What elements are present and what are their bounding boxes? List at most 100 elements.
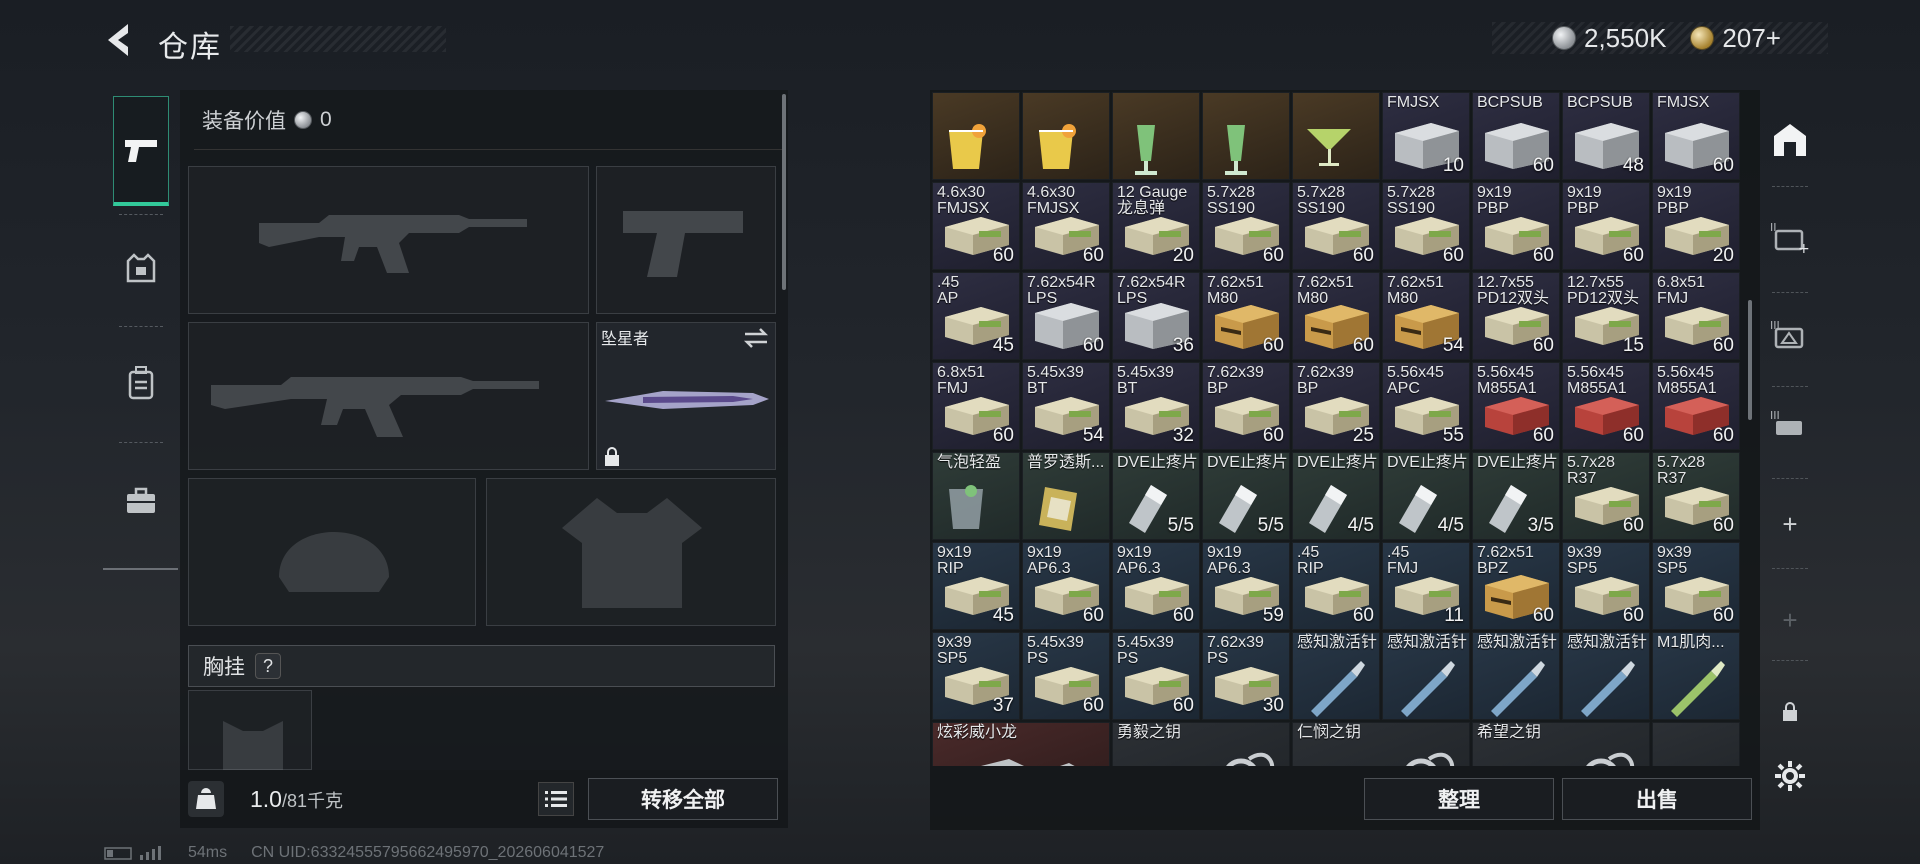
storage-page-4-icon[interactable]: III xyxy=(1764,394,1816,454)
inventory-item[interactable]: 5.45x39 BT 32 xyxy=(1112,362,1200,450)
equipment-scrollbar[interactable] xyxy=(782,94,786,290)
inventory-item[interactable]: 5.45x39 PS 60 xyxy=(1022,632,1110,720)
inventory-item[interactable]: .45 FMJ 11 xyxy=(1382,542,1470,630)
inventory-item[interactable]: BCPSUB 60 xyxy=(1472,92,1560,180)
move-all-button[interactable]: 转移全部 xyxy=(588,778,778,820)
inventory-slot[interactable] xyxy=(1202,92,1290,180)
inventory-item[interactable]: DVE止疼片 4/5 xyxy=(1292,452,1380,540)
inventory-item[interactable]: 5.45x39 BT 54 xyxy=(1022,362,1110,450)
inventory-item[interactable]: 5.56x45 M855A1 60 xyxy=(1652,362,1740,450)
storage-home-icon[interactable] xyxy=(1764,110,1816,170)
inventory-item[interactable]: DVE止疼片 3/5 xyxy=(1472,452,1560,540)
inventory-item[interactable]: 7.62x51 BPZ 60 xyxy=(1472,542,1560,630)
tab-case[interactable] xyxy=(113,446,169,556)
inventory-item[interactable]: 普罗透斯... xyxy=(1022,452,1110,540)
inventory-item[interactable]: 5.56x45 M855A1 60 xyxy=(1472,362,1560,450)
inventory-item[interactable]: 7.62x51 M80 60 xyxy=(1202,272,1290,360)
inventory-item[interactable]: 9x19 RIP 45 xyxy=(932,542,1020,630)
inventory-item[interactable]: DVE止疼片 4/5 xyxy=(1382,452,1470,540)
inventory-item[interactable]: 感知激活针 xyxy=(1382,632,1470,720)
settings-gear-icon[interactable] xyxy=(1764,746,1816,806)
item-name: 7.62x54R LPS xyxy=(1027,274,1096,307)
inventory-item[interactable]: 9x19 AP6.3 60 xyxy=(1022,542,1110,630)
inventory-item[interactable]: 仁悯之钥 xyxy=(1292,722,1470,766)
inventory-item[interactable]: 5.45x39 PS 60 xyxy=(1112,632,1200,720)
item-name: 5.56x45 M855A1 xyxy=(1567,364,1627,397)
melee-slot[interactable]: 坠星者 xyxy=(596,322,776,470)
inventory-item[interactable]: 5.7x28 SS190 60 xyxy=(1292,182,1380,270)
inventory-item[interactable]: 5.56x45 M855A1 60 xyxy=(1562,362,1650,450)
add-storage-icon[interactable]: + xyxy=(1764,494,1816,554)
inventory-item[interactable]: 7.62x54R LPS 60 xyxy=(1022,272,1110,360)
list-view-button[interactable] xyxy=(538,782,574,816)
inventory-item[interactable]: 4.6x30 FMJSX 60 xyxy=(932,182,1020,270)
inventory-item[interactable]: 7.62x39 PS 30 xyxy=(1202,632,1290,720)
inventory-item[interactable]: DVE止疼片 5/5 xyxy=(1112,452,1200,540)
tab-backpack[interactable] xyxy=(113,328,169,438)
inventory-slot[interactable] xyxy=(1292,92,1380,180)
inventory-item[interactable]: 7.62x51 M80 54 xyxy=(1382,272,1470,360)
inventory-item[interactable]: 7.62x39 BP 25 xyxy=(1292,362,1380,450)
inventory-item[interactable]: 9x39 SP5 60 xyxy=(1652,542,1740,630)
sidearm-slot[interactable] xyxy=(596,166,776,314)
inventory-item[interactable]: 5.56x45 APC 55 xyxy=(1382,362,1470,450)
inventory-item[interactable]: 5.7x28 R37 60 xyxy=(1652,452,1740,540)
inventory-item[interactable]: 7.62x54R LPS 36 xyxy=(1112,272,1200,360)
inventory-item[interactable]: 9x39 SP5 60 xyxy=(1562,542,1650,630)
inventory-item[interactable]: 希望之钥 xyxy=(1472,722,1650,766)
inventory-item[interactable]: 9x19 AP6.3 60 xyxy=(1112,542,1200,630)
inventory-item[interactable]: 7.62x39 BP 60 xyxy=(1202,362,1290,450)
item-count: 36 xyxy=(1172,335,1194,356)
sell-button[interactable]: 出售 xyxy=(1562,778,1752,820)
inventory-item[interactable]: 9x19 PBP 60 xyxy=(1562,182,1650,270)
inventory-item[interactable]: .45 AP 45 xyxy=(932,272,1020,360)
inventory-item[interactable]: 9x39 SP5 37 xyxy=(932,632,1020,720)
inventory-item[interactable]: 6.8x51 FMJ 60 xyxy=(1652,272,1740,360)
inventory-item[interactable]: .45 RIP 60 xyxy=(1292,542,1380,630)
inventory-item[interactable]: M1肌肉... xyxy=(1652,632,1740,720)
item-count: 60 xyxy=(1082,335,1104,356)
inventory-item[interactable]: 9x19 AP6.3 59 xyxy=(1202,542,1290,630)
inventory-item[interactable]: 5.7x28 R37 60 xyxy=(1562,452,1650,540)
item-syringe2-icon xyxy=(1661,661,1727,719)
inventory-item[interactable]: FMJSX 60 xyxy=(1652,92,1740,180)
inventory-item[interactable]: 9x19 PBP 60 xyxy=(1472,182,1560,270)
gold-balance[interactable]: 207+ xyxy=(1722,23,1781,54)
storage-page-3-icon[interactable]: III xyxy=(1764,304,1816,364)
storage-scrollbar[interactable] xyxy=(1748,300,1752,420)
inventory-item[interactable]: FMJSX 10 xyxy=(1382,92,1470,180)
inventory-slot[interactable] xyxy=(1112,92,1200,180)
inventory-item[interactable]: 12 Gauge 龙息弹 20 xyxy=(1112,182,1200,270)
inventory-item[interactable]: 感知激活针 xyxy=(1562,632,1650,720)
swap-icon[interactable] xyxy=(743,327,769,349)
storage-page-2-icon[interactable]: II + xyxy=(1764,206,1816,266)
secondary-weapon-slot[interactable] xyxy=(188,322,589,470)
sort-button[interactable]: 整理 xyxy=(1364,778,1554,820)
inventory-item[interactable]: 7.62x51 M80 60 xyxy=(1292,272,1380,360)
inventory-item[interactable]: 炫彩威小龙 xyxy=(932,722,1110,766)
body-armor-slot[interactable] xyxy=(486,478,776,626)
inventory-item[interactable]: 4.6x30 FMJSX 60 xyxy=(1022,182,1110,270)
inventory-item[interactable]: 感知激活针 xyxy=(1472,632,1560,720)
inventory-item[interactable]: DVE止疼片 5/5 xyxy=(1202,452,1290,540)
inventory-item[interactable]: BCPSUB 48 xyxy=(1562,92,1650,180)
inventory-item[interactable]: 气泡轻盈 xyxy=(932,452,1020,540)
inventory-slot[interactable] xyxy=(1022,92,1110,180)
inventory-item[interactable]: 感知激活针 xyxy=(1292,632,1380,720)
inventory-item[interactable]: 6.8x51 FMJ 60 xyxy=(932,362,1020,450)
back-button[interactable] xyxy=(100,20,140,60)
helmet-slot[interactable] xyxy=(188,478,476,626)
chest-rig-slot[interactable] xyxy=(188,690,312,771)
inventory-item[interactable]: 5.7x28 SS190 60 xyxy=(1382,182,1470,270)
tab-armor[interactable] xyxy=(113,214,169,324)
inventory-item[interactable]: 12.7x55 PD12双头 60 xyxy=(1472,272,1560,360)
primary-weapon-slot[interactable] xyxy=(188,166,589,314)
lock-icon[interactable] xyxy=(1764,682,1816,742)
inventory-item[interactable]: 5.7x28 SS190 60 xyxy=(1202,182,1290,270)
tab-weapons[interactable] xyxy=(113,96,169,206)
inventory-slot[interactable] xyxy=(932,92,1020,180)
inventory-item[interactable]: 12.7x55 PD12双头 15 xyxy=(1562,272,1650,360)
inventory-item[interactable]: 9x19 PBP 20 xyxy=(1652,182,1740,270)
inventory-item[interactable]: 勇毅之钥 xyxy=(1112,722,1290,766)
help-button[interactable]: ? xyxy=(255,653,281,679)
